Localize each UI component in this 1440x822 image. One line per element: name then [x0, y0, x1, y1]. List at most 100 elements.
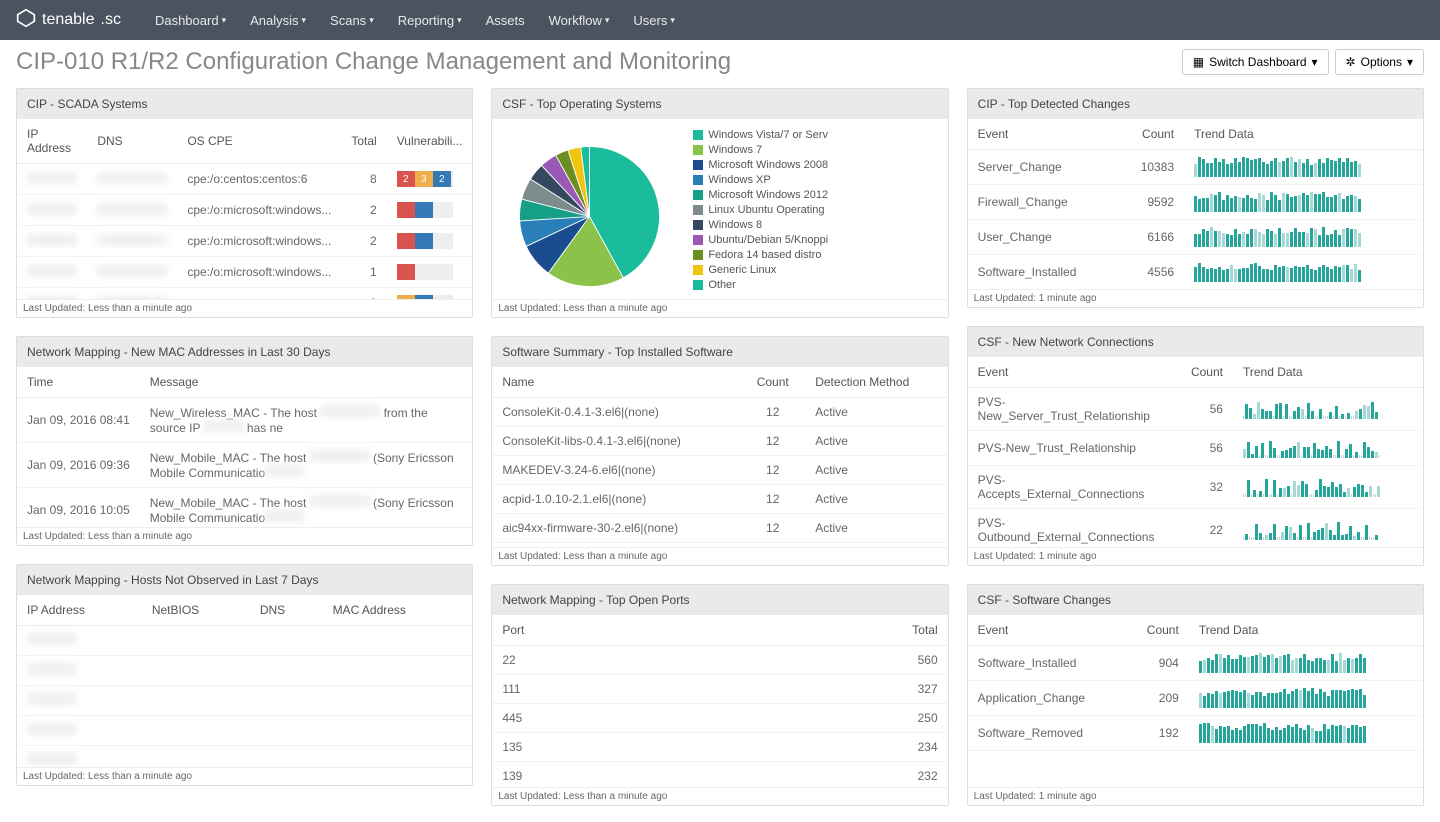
legend-item[interactable]: Generic Linux: [693, 264, 828, 276]
table-row[interactable]: PVS-New_Trust_Relationship56: [968, 431, 1423, 466]
chevron-down-icon: ▾: [457, 15, 462, 26]
table-row[interactable]: cpe:/o:microsoft:windows...2: [17, 195, 472, 226]
ports-table: PortTotal22560111327445250135234139232: [492, 615, 947, 787]
mac-table: TimeMessageJan 09, 2016 08:41New_Wireles…: [17, 367, 472, 527]
sparkline-chart: [1243, 477, 1413, 497]
chevron-down-icon: ▾: [369, 15, 374, 26]
panel-hosts-not-observed: Network Mapping - Hosts Not Observed in …: [16, 564, 473, 786]
panel-top-software: Software Summary - Top Installed Softwar…: [491, 336, 948, 566]
table-row[interactable]: Software_Removed192: [968, 716, 1423, 751]
sparkline-chart: [1194, 192, 1364, 212]
table-row[interactable]: acpid-1.0.10-2.1.el6|(none)12Active: [492, 485, 947, 514]
panel-title: CIP - SCADA Systems: [17, 89, 472, 119]
pie-chart[interactable]: [502, 129, 677, 299]
product-name: tenable: [42, 11, 95, 29]
table-row[interactable]: [17, 746, 472, 768]
gear-icon: ✲: [1346, 55, 1356, 69]
sparkline-chart: [1243, 399, 1413, 419]
sparkline-chart: [1194, 227, 1364, 247]
legend-item[interactable]: Other: [693, 279, 828, 291]
table-row[interactable]: aic94xx-firmware-30-2.el6|(none)12Active: [492, 514, 947, 543]
nav-item-dashboard[interactable]: Dashboard▾: [155, 13, 226, 28]
sparkline-chart: [1199, 688, 1369, 708]
table-row[interactable]: Software_Installed4556: [968, 255, 1423, 290]
software-table: NameCountDetection MethodConsoleKit-0.4.…: [492, 367, 947, 543]
panel-title: CSF - Top Operating Systems: [492, 89, 947, 119]
table-row[interactable]: PVS-Accepts_External_Connections32: [968, 466, 1423, 509]
table-row[interactable]: Jan 09, 2016 09:36New_Mobile_MAC - The h…: [17, 443, 472, 488]
table-row[interactable]: 135234: [492, 733, 947, 762]
legend-item[interactable]: Windows 8: [693, 219, 828, 231]
dashboard-grid: CIP - SCADA Systems IP AddressDNSOS CPET…: [0, 84, 1440, 822]
nav-item-assets[interactable]: Assets: [486, 13, 525, 28]
chevron-down-icon: ▾: [670, 15, 675, 26]
legend-item[interactable]: Windows 7: [693, 144, 828, 156]
table-row[interactable]: Application_Change209: [968, 681, 1423, 716]
panel-footer: Last Updated: Less than a minute ago: [492, 299, 947, 317]
sparkline-chart: [1199, 723, 1369, 743]
nav-item-workflow[interactable]: Workflow▾: [549, 13, 610, 28]
options-button[interactable]: ✲Options▾: [1335, 49, 1424, 75]
panel-footer: Last Updated: Less than a minute ago: [17, 767, 472, 785]
table-row[interactable]: 445250: [492, 704, 947, 733]
table-row[interactable]: 139232: [492, 762, 947, 788]
main-nav: Dashboard▾ Analysis▾ Scans▾ Reporting▾ Asset…: [155, 13, 675, 28]
chevron-down-icon: ▾: [605, 15, 610, 26]
table-row[interactable]: User_Change6166: [968, 220, 1423, 255]
panel-title: CSF - Software Changes: [968, 585, 1423, 615]
nav-item-scans[interactable]: Scans▾: [330, 13, 374, 28]
chevron-down-icon: ▾: [222, 15, 227, 26]
table-row[interactable]: cpe:/o:microsoft:windows...1: [17, 257, 472, 288]
scada-table: IP AddressDNSOS CPETotalVulnerabili...cp…: [17, 119, 472, 299]
swchanges-table: EventCountTrend DataSoftware_Installed90…: [968, 615, 1423, 751]
table-row[interactable]: 22560: [492, 646, 947, 675]
legend-item[interactable]: Fedora 14 based distro: [693, 249, 828, 261]
legend-item[interactable]: Windows XP: [693, 174, 828, 186]
table-row[interactable]: ConsoleKit-libs-0.4.1-3.el6|(none)12Acti…: [492, 427, 947, 456]
panel-title: CIP - Top Detected Changes: [968, 89, 1423, 119]
nav-item-reporting[interactable]: Reporting▾: [398, 13, 462, 28]
panel-new-mac: Network Mapping - New MAC Addresses in L…: [16, 336, 473, 546]
table-row[interactable]: 2: [17, 288, 472, 300]
panel-new-connections: CSF - New Network Connections EventCount…: [967, 326, 1424, 566]
table-row[interactable]: MAKEDEV-3.24-6.el6|(none)12Active: [492, 456, 947, 485]
table-row[interactable]: Server_Change10383: [968, 150, 1423, 185]
table-row[interactable]: Software_Installed904: [968, 646, 1423, 681]
grid-icon: ▦: [1193, 55, 1204, 69]
legend-item[interactable]: Linux Ubuntu Operating: [693, 204, 828, 216]
legend-item[interactable]: Ubuntu/Debian 5/Knoppi: [693, 234, 828, 246]
panel-footer: Last Updated: Less than a minute ago: [492, 547, 947, 565]
table-row[interactable]: Firewall_Change9592: [968, 185, 1423, 220]
panel-top-ports: Network Mapping - Top Open Ports PortTot…: [491, 584, 948, 806]
table-row[interactable]: cpe:/o:microsoft:windows...2: [17, 226, 472, 257]
panel-footer: Last Updated: Less than a minute ago: [492, 787, 947, 805]
table-row[interactable]: Jan 09, 2016 08:41New_Wireless_MAC - The…: [17, 398, 472, 443]
table-row[interactable]: [17, 716, 472, 746]
table-row[interactable]: [17, 656, 472, 686]
table-row[interactable]: PVS-New_Server_Trust_Relationship56: [968, 388, 1423, 431]
legend-item[interactable]: Microsoft Windows 2008: [693, 159, 828, 171]
table-row[interactable]: [17, 626, 472, 656]
nav-item-analysis[interactable]: Analysis▾: [250, 13, 306, 28]
nav-item-users[interactable]: Users▾: [633, 13, 674, 28]
table-row[interactable]: ConsoleKit-0.4.1-3.el6|(none)12Active: [492, 398, 947, 427]
panel-title: Software Summary - Top Installed Softwar…: [492, 337, 947, 367]
chevron-down-icon: ▾: [1407, 55, 1413, 69]
panel-footer: Last Updated: Less than a minute ago: [17, 527, 472, 545]
table-row[interactable]: 111327: [492, 675, 947, 704]
table-row[interactable]: PVS-Outbound_External_Connections22: [968, 509, 1423, 548]
table-row[interactable]: [17, 686, 472, 716]
switch-dashboard-button[interactable]: ▦Switch Dashboard▾: [1182, 49, 1329, 75]
sparkline-chart: [1199, 653, 1369, 673]
page-header: CIP-010 R1/R2 Configuration Change Manag…: [0, 40, 1440, 84]
netconn-table: EventCountTrend DataPVS-New_Server_Trust…: [968, 357, 1423, 547]
table-row[interactable]: Jan 09, 2016 10:05New_Mobile_MAC - The h…: [17, 488, 472, 528]
legend-item[interactable]: Windows Vista/7 or Serv: [693, 129, 828, 141]
panel-detected-changes: CIP - Top Detected Changes EventCountTre…: [967, 88, 1424, 308]
legend-item[interactable]: Microsoft Windows 2012: [693, 189, 828, 201]
panel-footer: Last Updated: 1 minute ago: [968, 289, 1423, 307]
product-logo[interactable]: tenable.sc: [16, 8, 121, 33]
panel-footer: Last Updated: 1 minute ago: [968, 787, 1423, 805]
panel-software-changes: CSF - Software Changes EventCountTrend D…: [967, 584, 1424, 806]
table-row[interactable]: cpe:/o:centos:centos:68232: [17, 164, 472, 195]
